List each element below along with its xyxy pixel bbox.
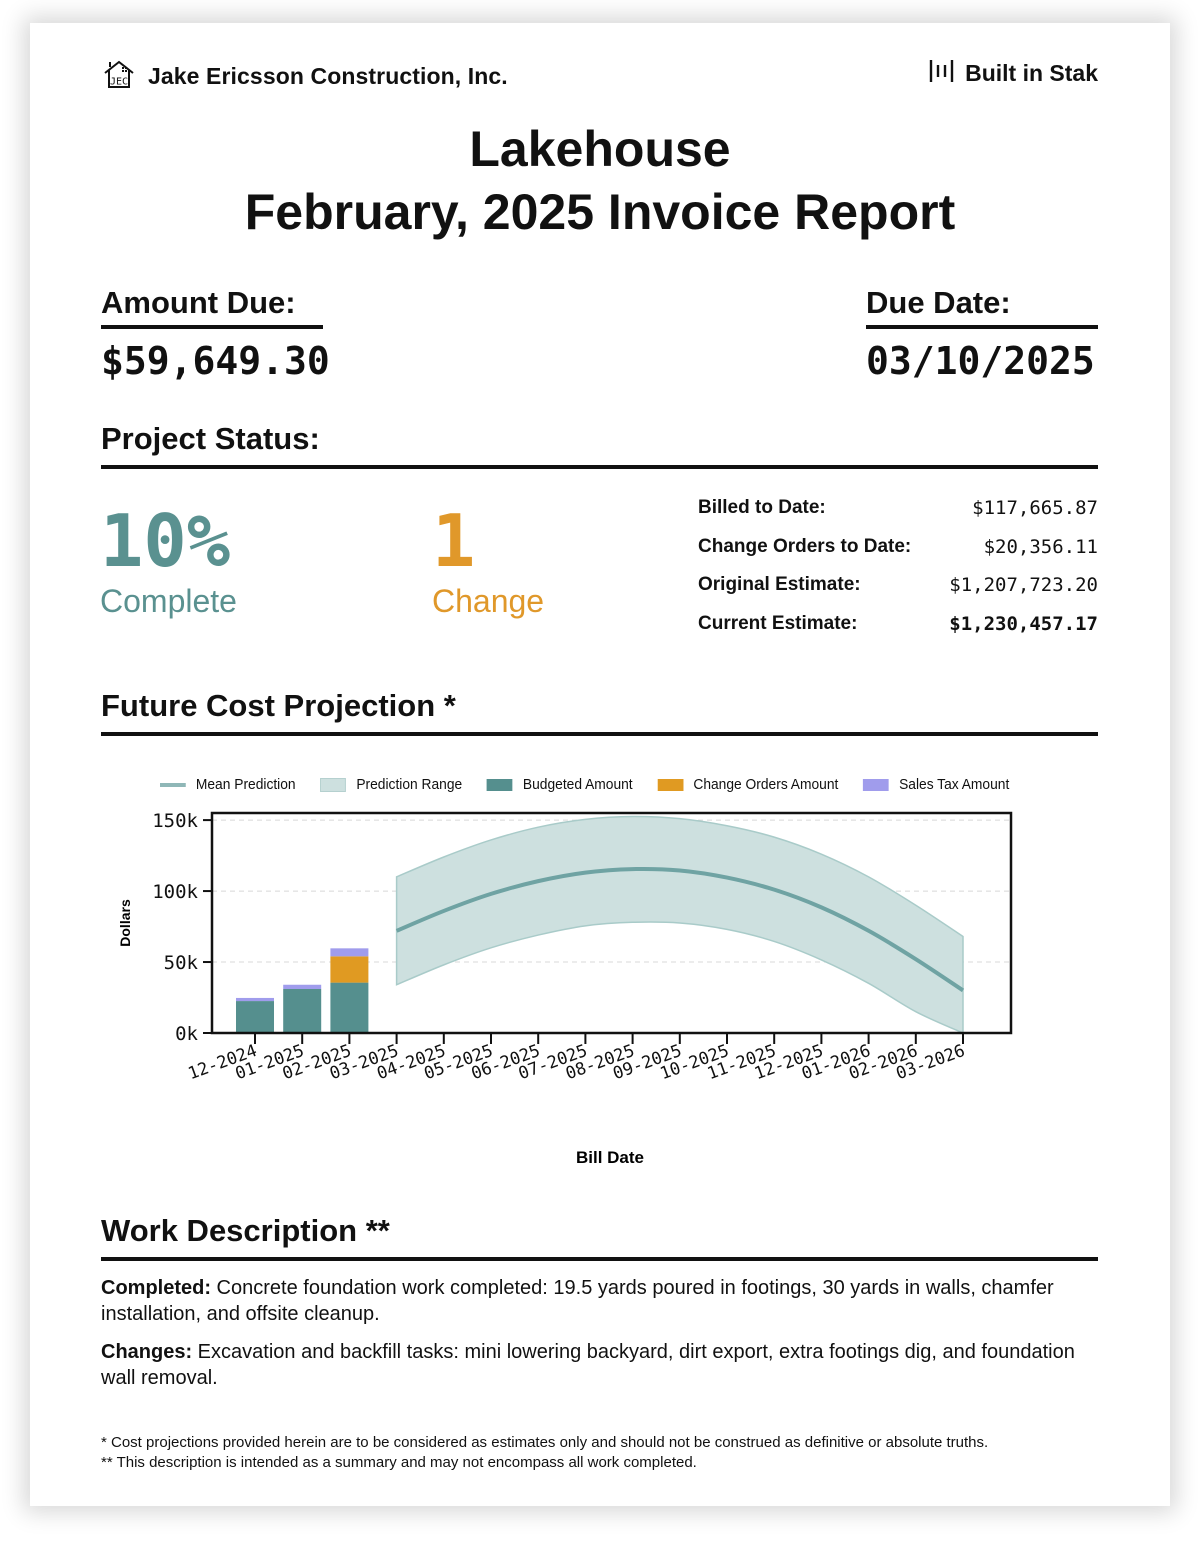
changes-description: Changes: Excavation and backfill tasks: …	[101, 1339, 1101, 1391]
stat-value: $20,356.11	[983, 535, 1098, 558]
y-tick-label: 50k	[164, 952, 199, 974]
company-name: Jake Ericsson Construction, Inc.	[148, 63, 508, 89]
change-count-label: Change	[432, 583, 545, 619]
company-header: JEC Jake Ericsson Construction, Inc.	[102, 59, 508, 94]
completed-label: Completed:	[101, 1277, 211, 1299]
invoice-page: JEC Jake Ericsson Construction, Inc. Bui…	[30, 23, 1170, 1506]
legend-label: Prediction Range	[356, 776, 463, 793]
due-date-label: Due Date:	[866, 285, 1098, 329]
bar-change-orders	[330, 956, 369, 983]
stak-bars-icon	[929, 59, 955, 88]
legend-label: Mean Prediction	[195, 776, 296, 793]
report-name: February, 2025 Invoice Report	[244, 184, 956, 240]
y-tick-label: 100k	[152, 881, 198, 903]
change-count-block: 1 Change	[432, 495, 544, 620]
stat-row-billed: Billed to Date: $117,665.87	[698, 489, 1098, 528]
stat-row-change-orders: Change Orders to Date: $20,356.11	[698, 528, 1098, 567]
y-tick-label: 0k	[175, 1023, 198, 1045]
bar-budgeted	[236, 1001, 274, 1033]
footnotes: * Cost projections provided herein are t…	[101, 1433, 988, 1473]
legend-bar-swatch	[487, 778, 513, 791]
legend-bar-swatch	[657, 778, 684, 791]
legend-budgeted: Budgeted Amount	[487, 776, 633, 793]
y-axis-label: Dollars	[117, 899, 133, 947]
amount-due-block: Amount Due: $59,649.30	[101, 285, 330, 383]
report-title: Lakehouse February, 2025 Invoice Report	[30, 118, 1170, 244]
legend-change-orders: Change Orders Amount	[657, 776, 838, 793]
stat-row-current-estimate: Current Estimate: $1,230,457.17	[698, 605, 1098, 644]
stat-label: Original Estimate:	[698, 574, 861, 596]
amount-due-label: Amount Due:	[101, 285, 323, 329]
legend-bar-swatch	[863, 778, 889, 791]
bar-sales-tax	[330, 948, 369, 957]
chart-legend: Mean Prediction Prediction Range Budgete…	[160, 776, 1034, 793]
due-date-block: Due Date: 03/10/2025	[866, 285, 1098, 383]
due-date-value: 03/10/2025	[866, 339, 1095, 383]
bar-budgeted	[330, 982, 369, 1033]
house-logo-icon: JEC	[102, 59, 136, 94]
stat-value: $1,230,457.17	[949, 612, 1098, 635]
legend-prediction-range: Prediction Range	[320, 776, 462, 793]
stat-value: $1,207,723.20	[949, 574, 1098, 597]
amount-due-value: $59,649.30	[101, 339, 330, 383]
legend-sales-tax: Sales Tax Amount	[863, 776, 1009, 793]
stat-label: Change Orders to Date:	[698, 535, 912, 557]
legend-label: Budgeted Amount	[522, 776, 633, 793]
stat-row-original-estimate: Original Estimate: $1,207,723.20	[698, 566, 1098, 605]
svg-text:JEC: JEC	[110, 77, 128, 88]
legend-area-swatch	[320, 777, 347, 792]
billing-stats: Billed to Date: $117,665.87 Change Order…	[698, 489, 1098, 643]
projection-heading: Future Cost Projection *	[101, 688, 1098, 736]
stat-label: Billed to Date:	[698, 497, 826, 519]
footnote-projection: * Cost projections provided herein are t…	[101, 1434, 989, 1451]
project-status-heading: Project Status:	[101, 421, 1098, 469]
legend-line-swatch	[160, 782, 186, 787]
percent-complete-label: Complete	[100, 583, 237, 619]
legend-label: Change Orders Amount	[693, 776, 839, 793]
prediction-range-area	[395, 815, 964, 1035]
brand-badge: Built in Stak	[929, 59, 1098, 88]
change-count-value: 1	[432, 499, 476, 583]
stat-value: $117,665.87	[972, 497, 1098, 520]
project-name: Lakehouse	[469, 121, 731, 177]
cost-projection-chart: 0k50k100k150k 12-202401-202502-202503-20…	[117, 810, 1013, 1167]
y-tick-label: 150k	[152, 810, 198, 832]
changes-text: Excavation and backfill tasks: mini lowe…	[101, 1341, 1075, 1389]
changes-label: Changes:	[101, 1341, 193, 1363]
percent-complete-value: 10%	[100, 499, 231, 583]
work-description-heading: Work Description **	[101, 1213, 1098, 1261]
footnote-description: ** This description is intended as a sum…	[101, 1454, 697, 1471]
legend-label: Sales Tax Amount	[899, 776, 1010, 793]
bar-budgeted	[283, 989, 322, 1033]
completed-description: Completed: Concrete foundation work comp…	[101, 1275, 1101, 1327]
brand-name: Built in Stak	[965, 60, 1098, 86]
percent-complete-block: 10% Complete	[100, 495, 237, 620]
completed-text: Concrete foundation work completed: 19.5…	[101, 1277, 1054, 1325]
bar-sales-tax	[283, 984, 322, 989]
x-axis-label: Bill Date	[576, 1148, 644, 1167]
stat-label: Current Estimate:	[698, 612, 858, 634]
bar-sales-tax	[236, 997, 274, 1002]
legend-mean-prediction: Mean Prediction	[160, 776, 296, 793]
